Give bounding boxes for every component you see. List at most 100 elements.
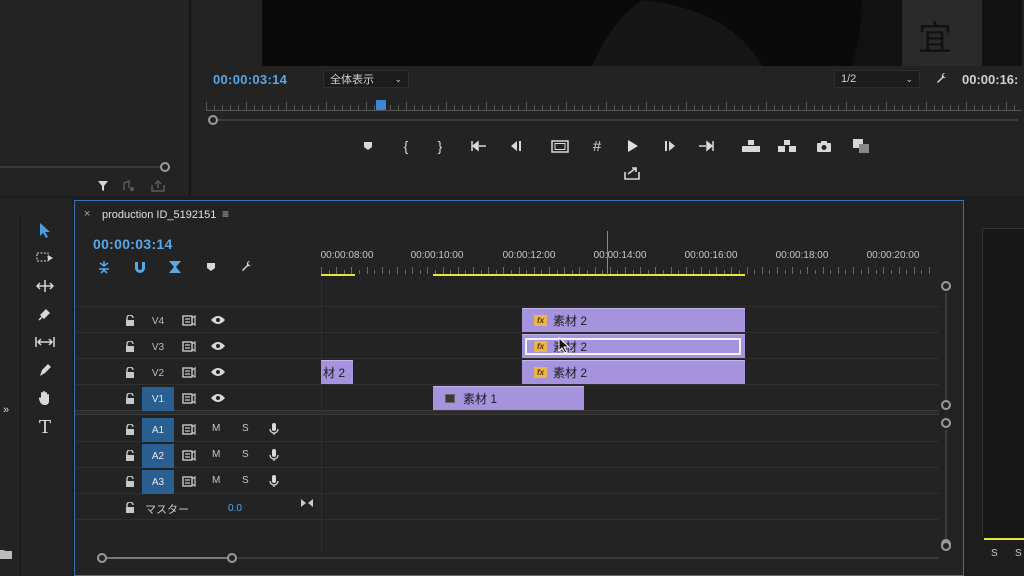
toggle-output-icon[interactable] — [181, 449, 197, 461]
eye-icon[interactable] — [209, 340, 227, 352]
toggle-output-icon[interactable] — [181, 314, 197, 326]
clip-v2-left[interactable]: 材 2 — [321, 360, 353, 384]
panel-menu-button[interactable]: ≡ — [222, 207, 229, 221]
toggle-output-icon[interactable] — [181, 423, 197, 435]
audio-vertical-scrollbar[interactable] — [945, 430, 947, 540]
left-scrollbar-track[interactable] — [0, 166, 166, 168]
program-playhead[interactable] — [376, 100, 386, 110]
horizontal-scroll-left-knob[interactable] — [97, 553, 107, 563]
toggle-output-icon[interactable] — [181, 475, 197, 487]
wrench-icon[interactable] — [933, 70, 951, 88]
timeline-timecode[interactable]: 00:00:03:14 — [93, 236, 173, 252]
horizontal-scrollbar-thumb[interactable] — [103, 557, 233, 559]
camera-icon[interactable] — [814, 138, 834, 154]
lift-icon[interactable] — [740, 138, 762, 154]
track-target-a2[interactable]: A2 — [142, 444, 174, 468]
mic-icon[interactable] — [268, 448, 280, 462]
program-zoom-scrollbar[interactable] — [213, 119, 1018, 121]
lock-icon[interactable] — [124, 366, 136, 378]
type-icon[interactable]: T — [34, 416, 56, 438]
toggle-output-icon[interactable] — [181, 392, 197, 404]
lock-icon[interactable] — [124, 423, 136, 435]
clip-v4[interactable]: fx 素材 2 — [522, 308, 745, 332]
clip-v3-selected[interactable]: fx 素材 2 — [522, 334, 745, 358]
add-marker-icon[interactable] — [203, 259, 219, 275]
solo-button[interactable]: S — [242, 423, 249, 434]
folder-icon[interactable] — [0, 548, 12, 560]
compare-icon[interactable] — [850, 136, 872, 156]
work-area-bar[interactable] — [433, 274, 745, 276]
pen-icon[interactable] — [34, 360, 56, 380]
lock-icon[interactable] — [124, 501, 136, 513]
close-tab-button[interactable]: × — [84, 208, 90, 220]
program-timecode[interactable]: 00:00:03:14 — [213, 72, 287, 87]
play-icon[interactable] — [624, 137, 642, 155]
export-icon[interactable] — [622, 164, 642, 182]
track-target-a1[interactable]: A1 — [142, 418, 174, 442]
snap-icon[interactable] — [131, 258, 149, 276]
toggle-output-icon[interactable] — [181, 340, 197, 352]
audio-vertical-scroll-top[interactable] — [941, 418, 951, 428]
export-frame-icon[interactable] — [149, 178, 167, 194]
video-vertical-scroll-top[interactable] — [941, 281, 951, 291]
track-target-v4[interactable]: V4 — [142, 309, 174, 333]
step-forward-icon[interactable] — [662, 138, 680, 154]
selection-tool-icon[interactable] — [34, 220, 56, 240]
mic-icon[interactable] — [268, 422, 280, 436]
program-time-ruler[interactable] — [206, 100, 1022, 112]
meter-solo-button[interactable]: S — [991, 548, 998, 559]
clip-v2[interactable]: fx 素材 2 — [522, 360, 745, 384]
out-point-icon[interactable]: } — [432, 137, 448, 155]
lock-icon[interactable] — [124, 392, 136, 404]
resolution-select[interactable]: 1/2 ⌄ — [834, 70, 920, 88]
mute-button[interactable]: M — [212, 423, 220, 434]
slip-icon[interactable] — [34, 332, 56, 352]
video-vertical-scrollbar[interactable] — [945, 293, 947, 401]
playhead-line[interactable] — [607, 231, 608, 275]
nest-icon[interactable] — [95, 258, 113, 276]
video-vertical-scroll-bottom[interactable] — [941, 400, 951, 410]
marker-icon[interactable] — [360, 138, 376, 154]
work-area-bar[interactable] — [321, 274, 355, 276]
horizontal-scroll-end-knob[interactable] — [941, 541, 951, 551]
eye-icon[interactable] — [209, 314, 227, 326]
track-target-v3[interactable]: V3 — [142, 335, 174, 359]
safe-margins-icon[interactable] — [550, 138, 570, 154]
zoom-level-select[interactable]: 全体表示 ⌄ — [323, 70, 409, 88]
sequence-tab-title[interactable]: production ID_5192151 — [102, 209, 216, 221]
linked-selection-icon[interactable] — [166, 258, 184, 276]
eye-icon[interactable] — [209, 366, 227, 378]
go-to-out-icon[interactable] — [696, 138, 716, 154]
ripple-edit-icon[interactable] — [34, 276, 56, 296]
mic-icon[interactable] — [268, 474, 280, 488]
track-target-a3[interactable]: A3 — [142, 470, 174, 494]
go-to-in-icon[interactable] — [470, 138, 488, 154]
master-volume-value[interactable]: 0.0 — [228, 503, 242, 514]
solo-button[interactable]: S — [242, 449, 249, 460]
audio-drag-icon[interactable] — [121, 178, 137, 194]
step-back-icon[interactable] — [506, 138, 524, 154]
meter-solo-button[interactable]: S — [1015, 548, 1022, 559]
filter-icon[interactable] — [95, 178, 111, 194]
track-select-icon[interactable] — [34, 248, 56, 268]
toggle-output-icon[interactable] — [181, 366, 197, 378]
extract-icon[interactable] — [776, 138, 798, 154]
eye-icon[interactable] — [209, 392, 227, 404]
timeline-settings-wrench-icon[interactable] — [238, 258, 256, 276]
lock-icon[interactable] — [124, 449, 136, 461]
lock-icon[interactable] — [124, 475, 136, 487]
left-scrollbar-knob[interactable] — [160, 162, 170, 172]
mute-button[interactable]: M — [212, 449, 220, 460]
lock-icon[interactable] — [124, 340, 136, 352]
grid-icon[interactable]: # — [588, 137, 606, 155]
solo-button[interactable]: S — [242, 475, 249, 486]
mute-button[interactable]: M — [212, 475, 220, 486]
clip-v1[interactable]: 素材 1 — [433, 386, 584, 410]
track-target-v2[interactable]: V2 — [142, 361, 174, 385]
go-to-end-icon[interactable] — [299, 497, 315, 509]
program-zoom-knob[interactable] — [208, 115, 218, 125]
track-target-v1[interactable]: V1 — [142, 387, 174, 411]
razor-icon[interactable] — [34, 304, 56, 324]
hand-icon[interactable] — [34, 388, 56, 408]
in-point-icon[interactable]: { — [398, 137, 414, 155]
